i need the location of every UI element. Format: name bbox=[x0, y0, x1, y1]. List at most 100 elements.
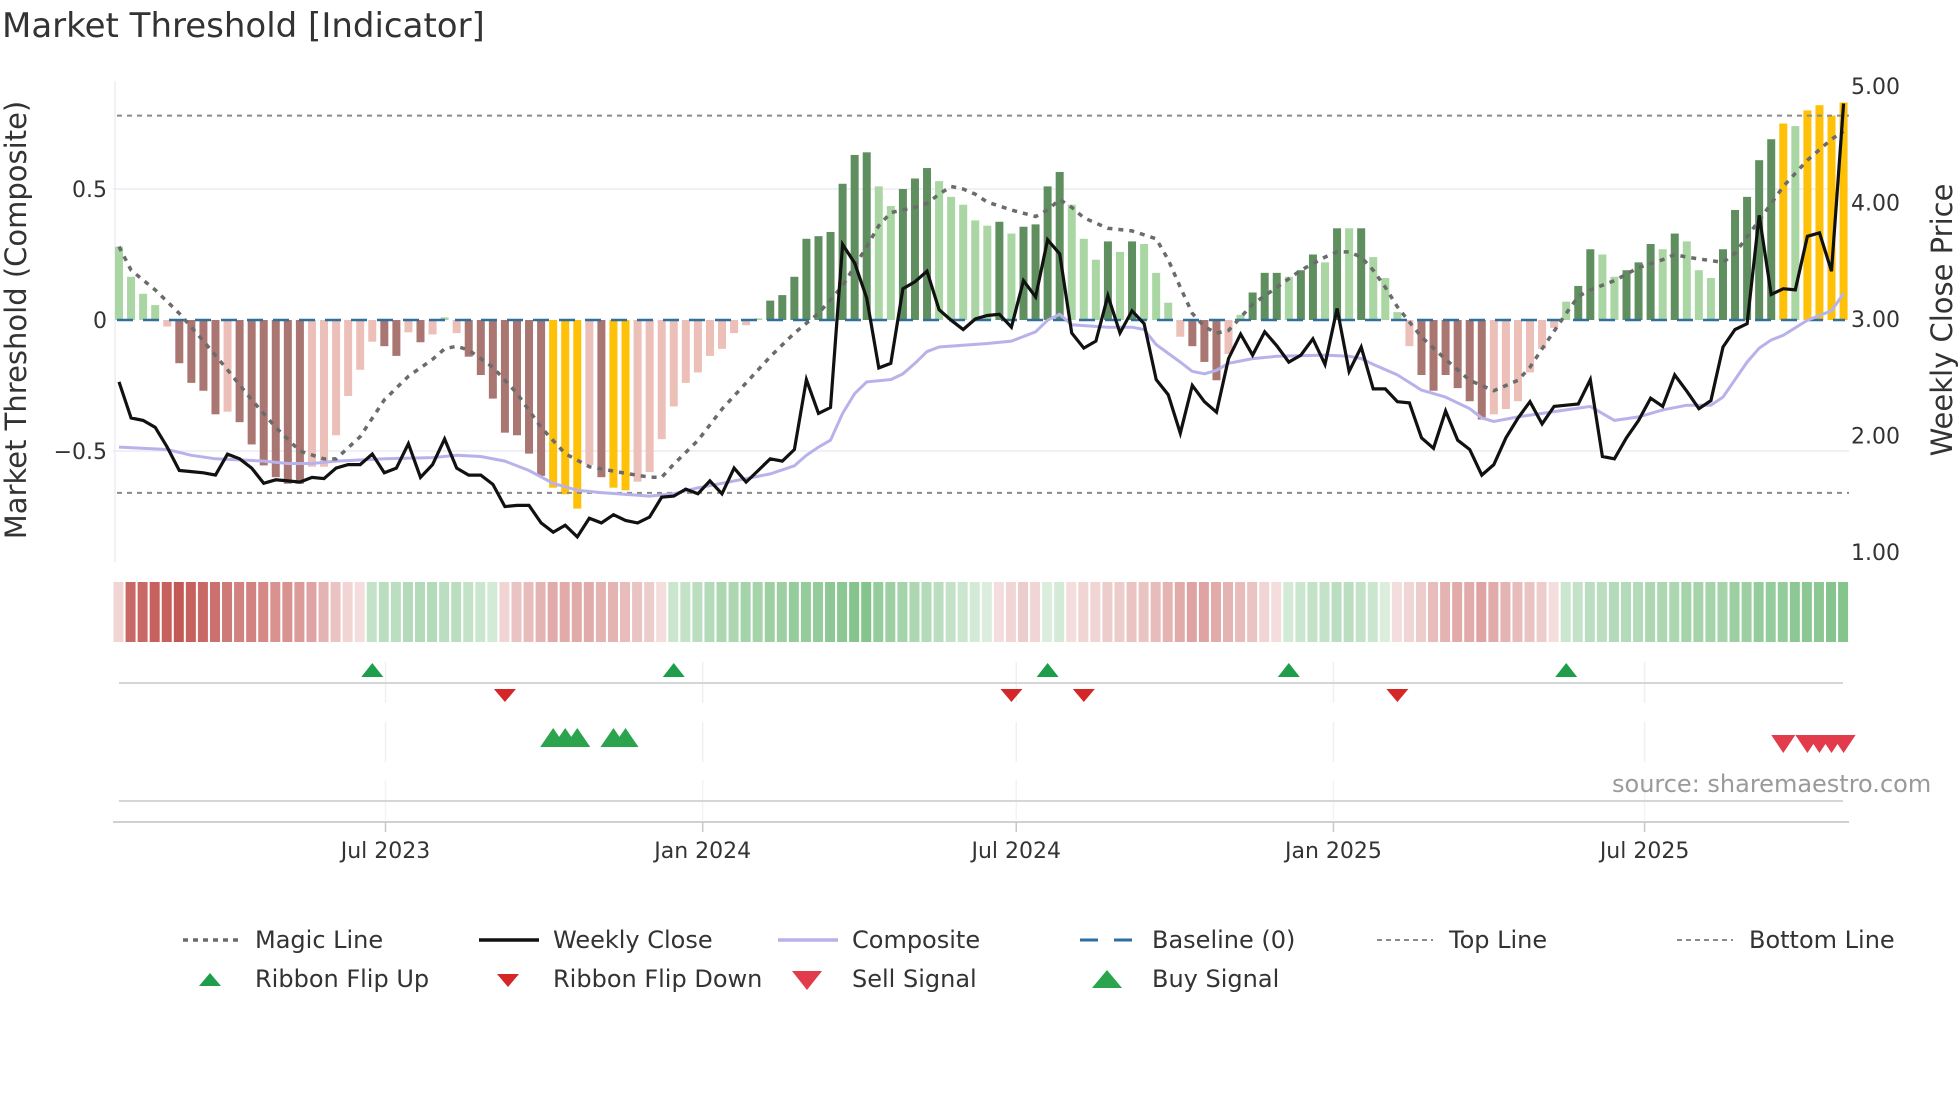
composite-bar bbox=[971, 220, 980, 320]
ribbon-cell bbox=[620, 582, 631, 642]
ribbon-cell bbox=[173, 582, 184, 642]
composite-bar bbox=[1670, 233, 1679, 320]
composite-bar bbox=[549, 320, 558, 488]
composite-bar bbox=[669, 320, 678, 407]
composite-bar bbox=[1513, 320, 1522, 402]
ribbon-cell bbox=[1801, 582, 1812, 642]
ribbon-cell bbox=[571, 582, 582, 642]
composite-bar bbox=[1031, 224, 1040, 320]
ribbon-cell bbox=[1584, 582, 1595, 642]
composite-bar bbox=[1453, 320, 1462, 389]
ribbon-cell bbox=[1596, 582, 1607, 642]
composite-bar bbox=[1272, 272, 1281, 320]
ribbon-cell bbox=[981, 582, 992, 642]
composite-bar bbox=[1333, 228, 1342, 320]
ribbon-cell bbox=[1633, 582, 1644, 642]
ribbon-cell bbox=[1536, 582, 1547, 642]
composite-bar bbox=[1622, 270, 1631, 320]
composite-bar bbox=[1489, 320, 1498, 415]
composite-bar bbox=[1055, 171, 1064, 320]
ribbon-flip-up-marker bbox=[1036, 663, 1059, 677]
composite-bar bbox=[718, 320, 726, 349]
composite-bar bbox=[1188, 320, 1197, 347]
legend-item-close: Weekly Close bbox=[479, 925, 713, 955]
composite-bar bbox=[1224, 320, 1233, 355]
ribbon-cell bbox=[161, 582, 172, 642]
legend-top-icon bbox=[1377, 939, 1433, 941]
ribbon-cell bbox=[1102, 582, 1113, 642]
composite-bar bbox=[356, 320, 365, 370]
composite-bar bbox=[766, 300, 775, 320]
ribbon-cell bbox=[1500, 582, 1511, 642]
ribbon-cell bbox=[1210, 582, 1221, 642]
composite-bar bbox=[1706, 278, 1715, 320]
composite-bar bbox=[1357, 228, 1366, 320]
composite-bar bbox=[609, 320, 618, 488]
composite-bar bbox=[1646, 244, 1655, 320]
y-right-tick-label: 3.00 bbox=[1851, 308, 1900, 333]
composite-bar bbox=[380, 320, 389, 347]
ribbon-cell bbox=[740, 582, 751, 642]
composite-bar bbox=[537, 320, 546, 476]
ribbon-cell bbox=[656, 582, 667, 642]
ribbon-flip-up-marker bbox=[1277, 663, 1300, 677]
composite-bar bbox=[307, 320, 316, 467]
composite-bar bbox=[1803, 110, 1812, 321]
ribbon-cell bbox=[1391, 582, 1402, 642]
ribbon-cell bbox=[318, 582, 329, 642]
ribbon-cell bbox=[1741, 582, 1752, 642]
legend-label: Ribbon Flip Down bbox=[553, 965, 763, 993]
ribbon-cell bbox=[185, 582, 196, 642]
ribbon-cell bbox=[1464, 582, 1475, 642]
ribbon-cell bbox=[680, 582, 691, 642]
legend-item-bottom: Bottom Line bbox=[1675, 925, 1895, 955]
composite-bar bbox=[1140, 244, 1149, 320]
ribbon-cell bbox=[1030, 582, 1041, 642]
legend-item-magic: Magic Line bbox=[181, 925, 383, 955]
ribbon-cell bbox=[1174, 582, 1185, 642]
composite-bar bbox=[1200, 320, 1209, 362]
y-left-tick-label: −0.5 bbox=[54, 440, 107, 465]
ribbon-cell bbox=[1162, 582, 1173, 642]
ribbon-flip-down-marker bbox=[493, 689, 516, 702]
ribbon-cell bbox=[222, 582, 233, 642]
legend-item-buy: Buy Signal bbox=[1078, 964, 1279, 994]
ribbon-cell bbox=[439, 582, 450, 642]
composite-bar bbox=[295, 320, 304, 484]
ribbon-cell bbox=[1657, 582, 1668, 642]
composite-bar bbox=[1501, 320, 1510, 410]
ribbon-cell bbox=[559, 582, 570, 642]
ribbon-cell bbox=[1524, 582, 1535, 642]
composite-line bbox=[118, 292, 1845, 498]
ribbon-cell bbox=[788, 582, 799, 642]
ribbon-strip bbox=[113, 582, 1849, 642]
composite-bar bbox=[947, 196, 956, 320]
ribbon-cell bbox=[1343, 582, 1354, 642]
legend-label: Composite bbox=[852, 926, 981, 954]
ribbon-cell bbox=[402, 582, 413, 642]
composite-bar bbox=[115, 246, 123, 320]
ribbon-cell bbox=[475, 582, 486, 642]
composite-bar bbox=[175, 320, 184, 364]
ribbon-cell bbox=[704, 582, 715, 642]
ribbon-cell bbox=[1826, 582, 1837, 642]
ribbon-cell bbox=[463, 582, 474, 642]
composite-bar bbox=[1007, 233, 1016, 320]
composite-bar bbox=[995, 221, 1004, 320]
composite-bar bbox=[778, 295, 787, 320]
ribbon-cell bbox=[1476, 582, 1487, 642]
ribbon-cell bbox=[415, 582, 425, 642]
ribbon-cell bbox=[1813, 582, 1824, 642]
ribbon-cell bbox=[197, 582, 208, 642]
x-tick-label: Jan 2025 bbox=[1283, 839, 1382, 864]
ribbon-cell bbox=[1042, 582, 1053, 642]
composite-bar bbox=[573, 320, 582, 509]
legend-item-sell: Sell Signal bbox=[778, 964, 977, 994]
ribbon-cell bbox=[499, 582, 510, 642]
magic-line bbox=[117, 129, 1845, 479]
composite-bar bbox=[1815, 105, 1824, 320]
x-tick-label: Jul 2023 bbox=[339, 839, 431, 864]
composite-bar bbox=[1164, 302, 1173, 320]
ribbon-cell bbox=[1223, 582, 1234, 642]
composite-bar bbox=[368, 320, 377, 342]
